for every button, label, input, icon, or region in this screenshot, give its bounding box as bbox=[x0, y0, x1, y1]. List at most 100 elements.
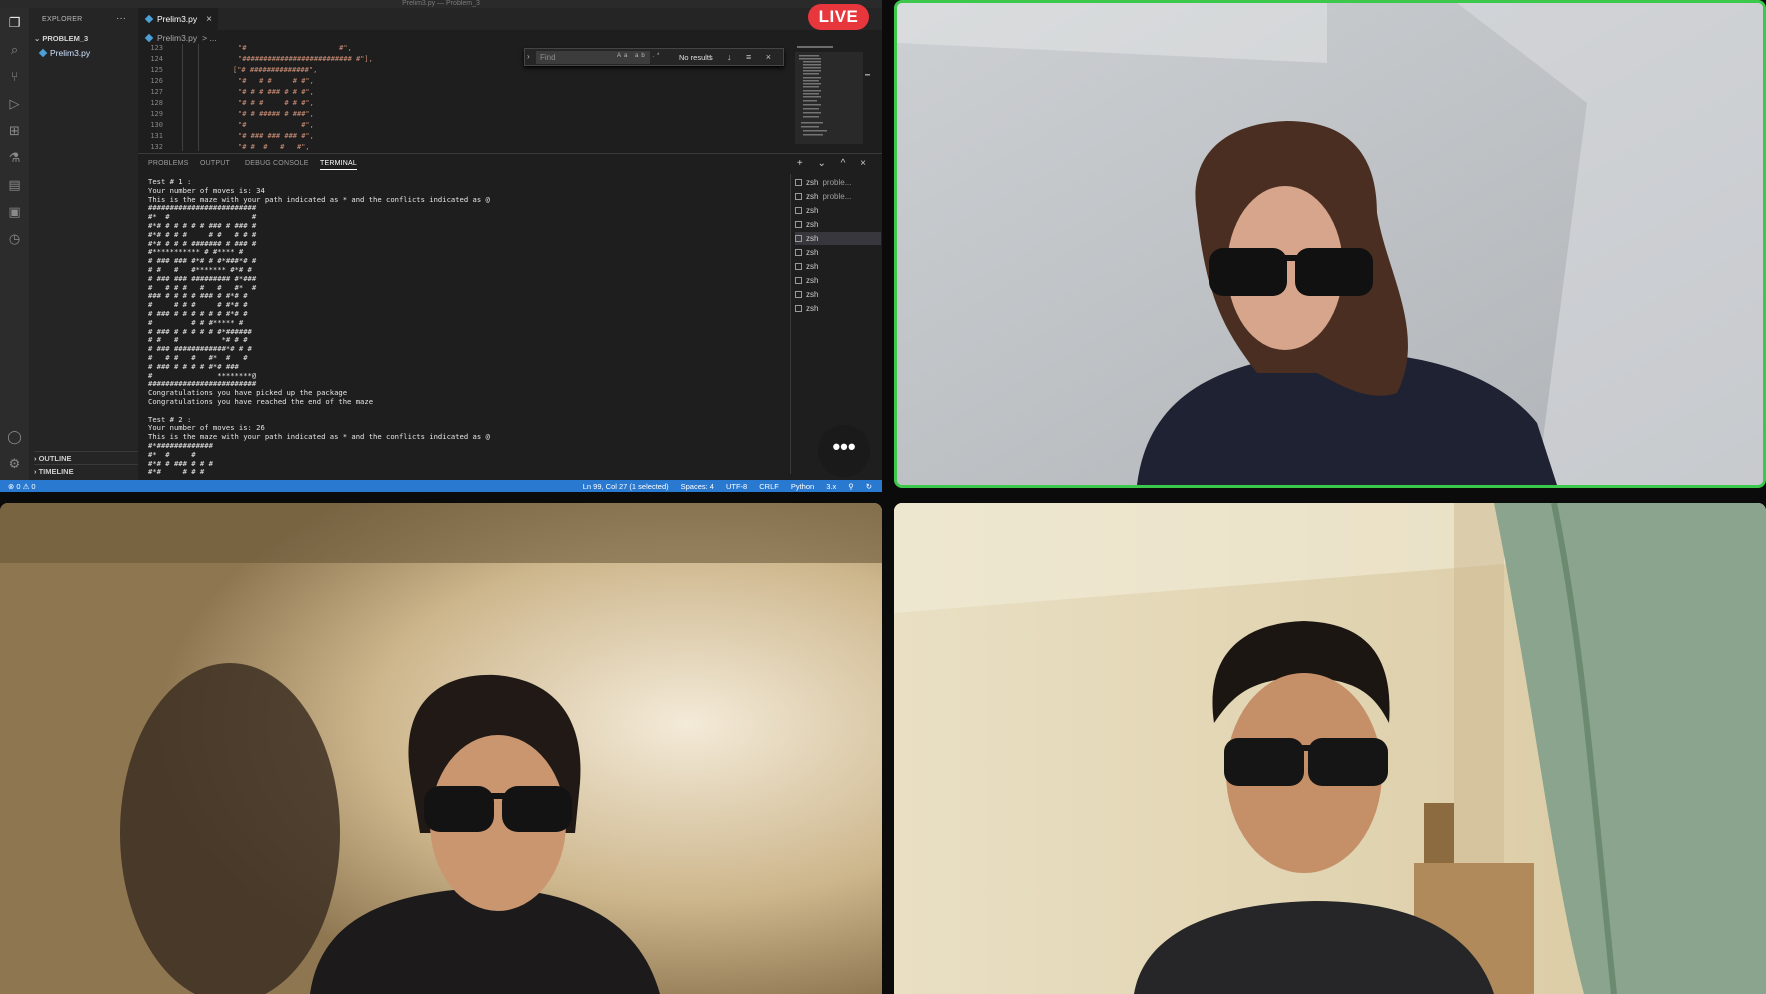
feedback-icon[interactable]: ⚲ bbox=[848, 482, 854, 491]
terminal-icon bbox=[795, 249, 802, 256]
language-mode[interactable]: Python bbox=[791, 482, 814, 491]
terminal-item[interactable]: zsh bbox=[795, 260, 881, 273]
chevron-right-icon[interactable]: › bbox=[527, 52, 530, 61]
indentation[interactable]: Spaces: 4 bbox=[681, 482, 714, 491]
indent-guide bbox=[198, 44, 199, 151]
minimap-slider[interactable] bbox=[795, 52, 863, 144]
python-file-icon bbox=[38, 48, 48, 58]
python-version[interactable]: 3.x bbox=[826, 482, 836, 491]
more-options-button[interactable]: ••• bbox=[818, 425, 870, 477]
close-tab-icon[interactable]: × bbox=[206, 14, 212, 25]
file-label: Prelim3.py bbox=[50, 48, 91, 58]
line-number: 128 bbox=[150, 99, 163, 107]
video-feed bbox=[897, 3, 1763, 485]
explorer-sidebar: EXPLORER ··· ⌄ PROBLEM_3 Prelim3.py › OU… bbox=[29, 8, 138, 480]
tab-output[interactable]: OUTPUT bbox=[200, 160, 230, 167]
terminal-label: zsh bbox=[806, 192, 819, 201]
extensions-icon[interactable]: ⊞ bbox=[6, 122, 23, 139]
breadcrumb-separator: > ... bbox=[202, 33, 217, 43]
terminal-item[interactable]: zsh proble... bbox=[795, 176, 881, 189]
terminal-item[interactable]: zsh proble... bbox=[795, 190, 881, 203]
terminal-item[interactable]: zsh bbox=[795, 246, 881, 259]
remote-explorer-icon[interactable]: ▣ bbox=[6, 203, 23, 220]
terminal-item-selected[interactable]: zsh bbox=[795, 232, 881, 245]
line-number: 124 bbox=[150, 55, 163, 63]
run-debug-icon[interactable]: ▷ bbox=[6, 95, 23, 112]
terminal-detail: proble... bbox=[822, 192, 852, 201]
line-endings[interactable]: CRLF bbox=[759, 482, 779, 491]
terminal-output[interactable]: Test # 1 : Your number of moves is: 34 T… bbox=[148, 178, 788, 476]
code-text: "# # # # #", bbox=[238, 77, 314, 85]
timeline-icon[interactable]: ◷ bbox=[6, 230, 23, 247]
source-control-icon[interactable]: ⑂ bbox=[6, 68, 23, 85]
search-icon[interactable]: ⌕ bbox=[6, 41, 23, 58]
blurred-figure bbox=[120, 663, 340, 994]
terminal-item[interactable]: zsh bbox=[795, 288, 881, 301]
folder-label: PROBLEM_3 bbox=[42, 34, 89, 43]
sunglasses-bridge bbox=[1294, 745, 1314, 751]
minimap-marker bbox=[865, 74, 870, 76]
live-badge: LIVE bbox=[808, 4, 869, 30]
tab-problems[interactable]: PROBLEMS bbox=[148, 160, 189, 167]
sunglasses-right bbox=[502, 786, 572, 832]
tab-terminal[interactable]: TERMINAL bbox=[320, 160, 357, 170]
explorer-header: EXPLORER bbox=[42, 16, 83, 23]
terminal-item[interactable]: zsh bbox=[795, 274, 881, 287]
sunglasses-right bbox=[1308, 738, 1388, 786]
code-text: "# # # # #", bbox=[238, 143, 310, 151]
sunglasses-bridge bbox=[490, 793, 506, 799]
terminal-item[interactable]: zsh bbox=[795, 302, 881, 315]
sunglasses-bridge bbox=[1282, 255, 1300, 261]
encoding[interactable]: UTF-8 bbox=[726, 482, 747, 491]
explorer-menu-icon[interactable]: ··· bbox=[116, 13, 126, 24]
breadcrumb-file[interactable]: Prelim3.py bbox=[157, 33, 197, 43]
timeline-label: TIMELINE bbox=[38, 467, 74, 476]
problems-count[interactable]: ⊗ 0 ⚠ 0 bbox=[8, 482, 36, 491]
notebook-icon[interactable]: ▤ bbox=[6, 176, 23, 193]
sunglasses-left bbox=[1224, 738, 1304, 786]
terminal-item[interactable]: zsh bbox=[795, 218, 881, 231]
terminal-label: zsh bbox=[806, 178, 819, 187]
tab-debug-console[interactable]: DEBUG CONSOLE bbox=[245, 160, 309, 167]
sync-icon[interactable]: ↻ bbox=[866, 482, 872, 491]
files-icon[interactable]: ❐ bbox=[6, 14, 23, 31]
panel-actions[interactable]: + ⌄ ^ × bbox=[797, 158, 872, 169]
terminal-label: zsh bbox=[806, 262, 819, 271]
account-icon[interactable]: ◯ bbox=[6, 428, 23, 445]
file-prelim3[interactable]: Prelim3.py bbox=[38, 48, 91, 58]
folder-problem-3[interactable]: ⌄ PROBLEM_3 bbox=[34, 34, 88, 43]
find-options[interactable]: Aa ab .* bbox=[617, 53, 662, 59]
timeline-section[interactable]: › TIMELINE bbox=[34, 464, 138, 476]
terminal-icon bbox=[795, 277, 802, 284]
code-text: ["# ##############", bbox=[233, 66, 318, 74]
terminal-label: zsh bbox=[806, 234, 819, 243]
settings-gear-icon[interactable]: ⚙ bbox=[6, 455, 23, 472]
participant-video-1[interactable] bbox=[894, 0, 1766, 488]
code-text: "# #", bbox=[238, 121, 314, 129]
testing-icon[interactable]: ⚗ bbox=[6, 149, 23, 166]
terminal-label: zsh bbox=[806, 248, 819, 257]
shared-screen: Prelim3.py — Problem_3 ❐ ⌕ ⑂ ▷ ⊞ ⚗ ▤ ▣ ◷… bbox=[0, 0, 882, 492]
ceiling-shadow bbox=[0, 503, 882, 563]
code-text: "########################## #"], bbox=[238, 55, 373, 63]
cursor-position[interactable]: Ln 99, Col 27 (1 selected) bbox=[583, 482, 669, 491]
line-number: 132 bbox=[150, 143, 163, 151]
line-number: 130 bbox=[150, 121, 163, 129]
breadcrumb: Prelim3.py > ... bbox=[144, 33, 217, 43]
participant-video-2[interactable] bbox=[0, 503, 882, 994]
outline-section[interactable]: › OUTLINE bbox=[34, 451, 138, 463]
find-nav-buttons[interactable]: ↑ ↓ ≡ × bbox=[708, 52, 777, 62]
terminal-icon bbox=[795, 263, 802, 270]
line-number: 126 bbox=[150, 77, 163, 85]
sunglasses-left bbox=[1209, 248, 1287, 296]
line-number: 129 bbox=[150, 110, 163, 118]
minimap[interactable] bbox=[795, 44, 870, 151]
video-feed bbox=[894, 503, 1766, 994]
line-number: 123 bbox=[150, 44, 163, 52]
terminal-item[interactable]: zsh bbox=[795, 204, 881, 217]
indent-guide bbox=[182, 44, 183, 151]
code-text: "# # ##### # ###", bbox=[238, 110, 314, 118]
participant-video-3[interactable] bbox=[894, 503, 1766, 994]
terminal-icon bbox=[795, 179, 802, 186]
tab-prelim3[interactable]: Prelim3.py × bbox=[138, 8, 218, 30]
